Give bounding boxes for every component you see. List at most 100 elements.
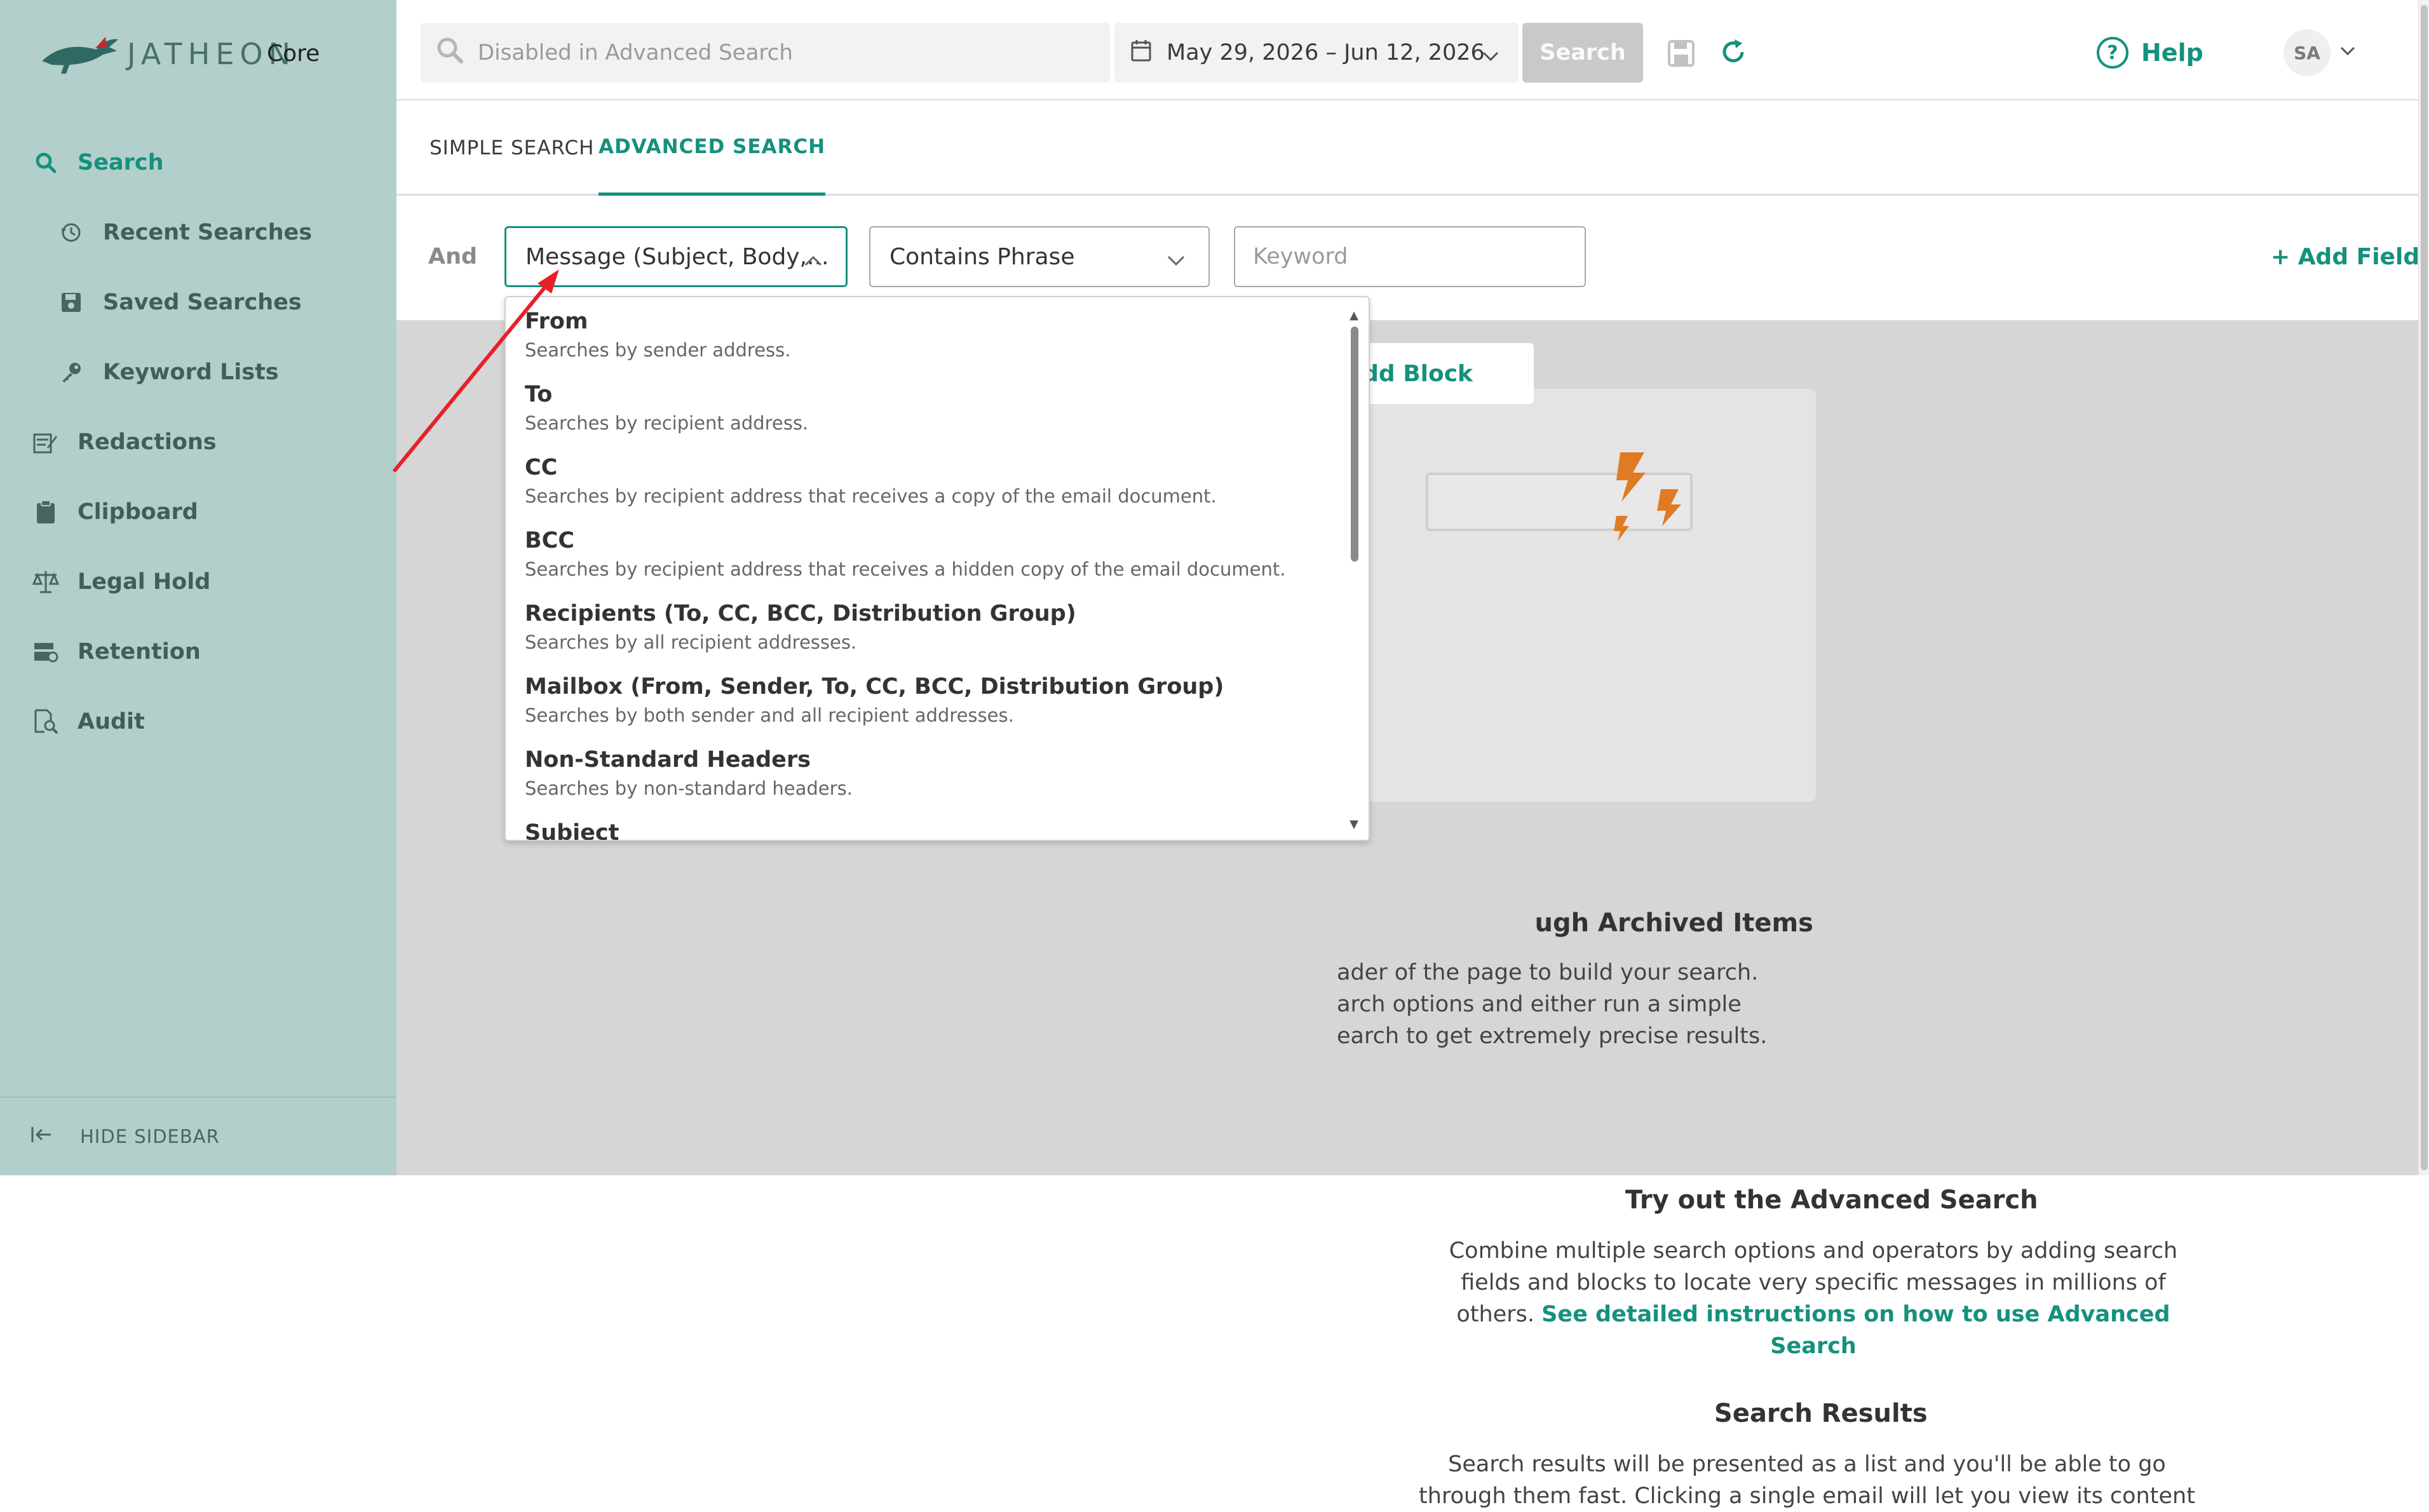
welcome-title: ugh Archived Items: [1534, 908, 1813, 938]
help-button[interactable]: ? Help: [2097, 32, 2203, 74]
redaction-icon: [32, 428, 60, 456]
option-description: Searches by sender address.: [525, 339, 791, 361]
sidebar: JATHEON Core Search Recent Searches Save…: [0, 0, 396, 1175]
sidebar-item-label: Keyword Lists: [103, 360, 279, 385]
option-description: Searches by recipient address.: [525, 412, 809, 434]
avatar[interactable]: SA: [2284, 29, 2331, 76]
chevron-down-icon: [1482, 43, 1499, 69]
sidebar-item-keyword-lists[interactable]: Keyword Lists: [0, 347, 396, 398]
sidebar-item-recent-searches[interactable]: Recent Searches: [0, 207, 396, 258]
sidebar-item-label: Clipboard: [78, 499, 198, 525]
search-results-title: Search Results: [1714, 1399, 1928, 1428]
sidebar-item-label: Saved Searches: [103, 290, 302, 315]
date-range-picker[interactable]: May 29, 2026 – Jun 12, 2026: [1114, 23, 1519, 83]
save-search-icon[interactable]: [1667, 39, 1695, 70]
condition-select[interactable]: Contains Phrase: [869, 226, 1210, 287]
logo-mark-icon: [42, 37, 118, 74]
option-description: Searches by recipient address that recei…: [525, 558, 1286, 580]
boolean-operator-label[interactable]: And: [428, 244, 477, 269]
sidebar-item-legal-hold[interactable]: Legal Hold: [0, 557, 396, 607]
sidebar-item-label: Retention: [78, 639, 201, 665]
scroll-up-icon[interactable]: ▲: [1350, 309, 1358, 322]
keyword-input[interactable]: Keyword: [1234, 226, 1586, 287]
help-label: Help: [2141, 39, 2203, 67]
welcome-text-line: arch options and either run a simple: [1337, 992, 1742, 1017]
option-title: Subject: [525, 820, 619, 841]
dropdown-scrollbar-thumb[interactable]: [1351, 327, 1358, 562]
sidebar-item-search[interactable]: Search: [0, 137, 396, 188]
chevron-down-icon[interactable]: [2339, 46, 2356, 60]
sidebar-item-retention[interactable]: Retention: [0, 626, 396, 677]
dropdown-option-to[interactable]: To Searches by recipient address.: [525, 382, 1319, 434]
sidebar-item-redactions[interactable]: Redactions: [0, 417, 396, 468]
calendar-icon: [1131, 39, 1151, 67]
sidebar-item-clipboard[interactable]: Clipboard: [0, 487, 396, 537]
dropdown-option-bcc[interactable]: BCC Searches by recipient address that r…: [525, 528, 1319, 580]
hide-sidebar-button[interactable]: HIDE SIDEBAR: [0, 1097, 396, 1175]
sidebar-item-label: Legal Hold: [78, 569, 211, 595]
sidebar-item-label: Redactions: [78, 429, 217, 455]
add-field-button[interactable]: + Add Field: [2271, 244, 2419, 270]
option-title: Recipients (To, CC, BCC, Distribution Gr…: [525, 601, 1076, 626]
search-input[interactable]: Disabled in Advanced Search: [421, 23, 1110, 83]
field-type-dropdown[interactable]: From Searches by sender address. To Sear…: [504, 296, 1370, 841]
sidebar-item-audit[interactable]: Audit: [0, 696, 396, 747]
sidebar-item-label: Audit: [78, 709, 145, 734]
help-icon: ?: [2097, 37, 2128, 69]
jatheon-logo[interactable]: JATHEON Core: [39, 33, 332, 79]
search-icon: [32, 149, 60, 177]
history-icon: [57, 219, 85, 246]
chevron-up-icon: [804, 247, 823, 273]
clipboard-icon: [32, 498, 60, 526]
dropdown-option-non-standard-headers[interactable]: Non-Standard Headers Searches by non-sta…: [525, 747, 1319, 799]
option-title: CC: [525, 455, 558, 480]
field-type-value: Message (Subject, Body,...: [525, 243, 829, 270]
scale-icon: [32, 568, 60, 596]
audit-icon: [32, 708, 60, 736]
hide-sidebar-label: HIDE SIDEBAR: [80, 1126, 220, 1147]
page-scrollbar-thumb[interactable]: [2421, 5, 2428, 1170]
option-title: To: [525, 382, 553, 407]
sidebar-item-label: Recent Searches: [103, 220, 313, 245]
tab-advanced-search[interactable]: ADVANCED SEARCH: [599, 100, 826, 196]
refresh-icon[interactable]: [1718, 37, 1749, 70]
field-type-select[interactable]: Message (Subject, Body,...: [504, 226, 848, 287]
search-mode-tabs: SIMPLE SEARCH ADVANCED SEARCH: [396, 100, 2429, 196]
option-description: Searches by all recipient addresses.: [525, 631, 857, 653]
sidebar-item-saved-searches[interactable]: Saved Searches: [0, 277, 396, 328]
scroll-down-icon[interactable]: ▼: [1350, 818, 1358, 831]
dropdown-option-recipients[interactable]: Recipients (To, CC, BCC, Distribution Gr…: [525, 601, 1319, 653]
tab-simple-search[interactable]: SIMPLE SEARCH: [430, 100, 594, 196]
option-description: Searches by both sender and all recipien…: [525, 705, 1014, 726]
dropdown-option-subject[interactable]: Subject: [525, 820, 1319, 841]
lightning-bolt-icon: [1614, 452, 1681, 541]
dropdown-option-mailbox[interactable]: Mailbox (From, Sender, To, CC, BCC, Dist…: [525, 674, 1319, 726]
page-scrollbar[interactable]: [2418, 0, 2429, 1175]
retention-icon: [32, 638, 60, 666]
option-title: From: [525, 309, 588, 334]
sidebar-item-label: Search: [78, 150, 164, 175]
keyword-placeholder: Keyword: [1253, 244, 1348, 269]
dropdown-option-from[interactable]: From Searches by sender address.: [525, 309, 1319, 361]
option-title: BCC: [525, 528, 575, 553]
welcome-text-line: earch to get extremely precise results.: [1337, 1023, 1768, 1049]
advanced-search-title: Try out the Advanced Search: [1625, 1185, 2038, 1215]
dropdown-option-cc[interactable]: CC Searches by recipient address that re…: [525, 455, 1319, 507]
key-icon: [57, 358, 85, 386]
save-icon: [57, 288, 85, 316]
condition-value: Contains Phrase: [890, 243, 1075, 270]
option-title: Mailbox (From, Sender, To, CC, BCC, Dist…: [525, 674, 1224, 699]
option-description: Searches by non-standard headers.: [525, 778, 853, 799]
collapse-left-icon: [30, 1126, 52, 1148]
option-title: Non-Standard Headers: [525, 747, 811, 773]
brand-product: Core: [267, 41, 320, 67]
search-placeholder: Disabled in Advanced Search: [478, 40, 793, 65]
top-bar: Disabled in Advanced Search May 29, 2026…: [396, 0, 2429, 100]
welcome-text-line: ader of the page to build your search.: [1337, 960, 1759, 985]
search-results-description: Search results will be presented as a li…: [1419, 1452, 2195, 1509]
advanced-search-description: Combine multiple search options and oper…: [1438, 1235, 2188, 1362]
search-button[interactable]: Search: [1522, 23, 1643, 83]
advanced-search-instructions-link[interactable]: See detailed instructions on how to use …: [1541, 1302, 2170, 1359]
search-icon: [436, 36, 464, 70]
option-description: Searches by recipient address that recei…: [525, 485, 1217, 507]
